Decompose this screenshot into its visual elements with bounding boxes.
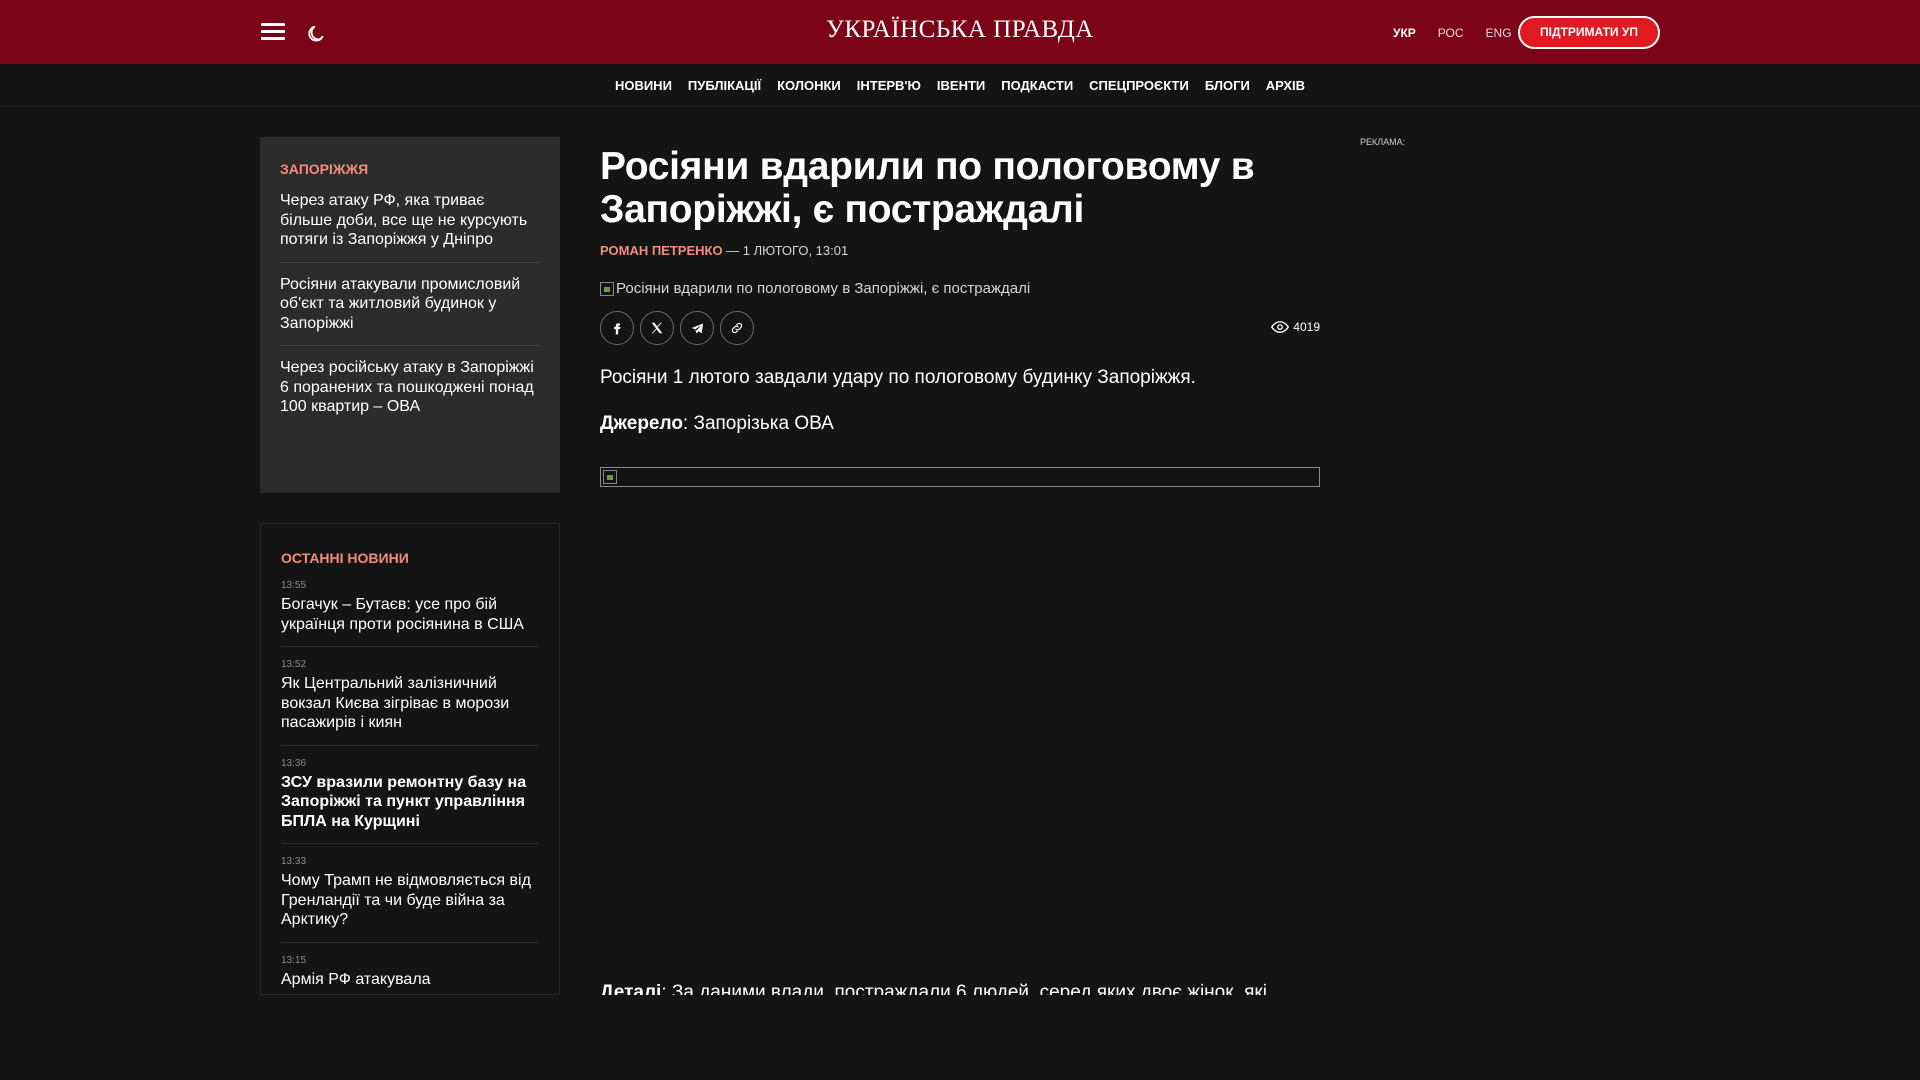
article-date: — 1 ЛЮТОГО, 13:01 [722,243,849,258]
source-label: Джерело [600,413,683,434]
nav-item-columns[interactable]: КОЛОНКИ [777,78,841,93]
region-news-item[interactable]: Через атаку РФ, яка триває більше доби, … [280,191,540,263]
latest-news-title: ОСТАННІ НОВИНИ [281,550,409,566]
copy-link-button[interactable] [720,311,754,345]
news-title[interactable]: ЗСУ вразили ремонтну базу на Запоріжжі т… [281,773,539,832]
latest-news-item[interactable]: 13:33 Чому Трамп не відмовляється від Гр… [281,856,539,943]
x-share-button[interactable] [640,311,674,345]
dark-mode-icon[interactable] [303,21,327,45]
nav-item-events[interactable]: ІВЕНТИ [937,78,985,93]
news-title[interactable]: Армія РФ атакувала [281,970,539,990]
news-title[interactable]: Богачук – Бутаєв: усе про бій українця п… [281,595,539,634]
nav-item-podcasts[interactable]: ПОДКАСТИ [1001,78,1073,93]
main-nav: НОВИНИ ПУБЛІКАЦІЇ КОЛОНКИ ІНТЕРВ'Ю ІВЕНТ… [0,64,1920,107]
views-count: 4019 [1293,320,1320,334]
page-bottom [0,995,1920,1080]
news-time: 13:15 [281,954,307,966]
nav-item-archive[interactable]: АРХІВ [1266,78,1305,93]
telegram-icon [691,323,703,333]
views-counter: 4019 [1271,320,1320,334]
share-row: 4019 [600,311,1320,345]
latest-news-item[interactable]: 13:52 Як Центральний залізничний вокзал … [281,659,539,746]
language-eng[interactable]: ENG [1486,26,1512,40]
menu-icon[interactable] [261,23,285,41]
top-bar: УКРАЇНСЬКА ПРАВДА УКР РОС ENG ПІДТРИМАТИ… [0,0,1920,64]
language-ros[interactable]: РОС [1438,26,1464,40]
image-alt-text: Росіяни вдарили по пологовому в Запоріжж… [616,280,1031,297]
facebook-share-button[interactable] [600,311,634,345]
language-switcher: УКР РОС ENG [1393,26,1534,40]
article-main-image [600,467,1320,487]
news-time: 13:36 [281,757,307,769]
support-button[interactable]: ПІДТРИМАТИ УП [1518,16,1660,49]
region-news-box: ЗАПОРІЖЖЯ Через атаку РФ, яка триває біл… [260,137,560,493]
latest-news-box: ОСТАННІ НОВИНИ 13:55 Богачук – Бутаєв: у… [260,523,560,995]
broken-image-icon [603,470,617,484]
nav-item-interview[interactable]: ІНТЕРВ'Ю [857,78,921,93]
author-link[interactable]: РОМАН ПЕТРЕНКО [600,243,723,258]
language-ukr[interactable]: УКР [1393,26,1416,40]
article-byline: РОМАН ПЕТРЕНКО — 1 ЛЮТОГО, 13:01 [600,243,1320,258]
nav-item-special-projects[interactable]: СПЕЦПРОЄКТИ [1089,78,1189,93]
link-icon [731,322,743,334]
latest-news-item[interactable]: 13:15 Армія РФ атакувала [281,954,539,995]
nav-item-publications[interactable]: ПУБЛІКАЦІЇ [688,78,761,93]
news-title[interactable]: Як Центральний залізничний вокзал Києва … [281,674,539,733]
broken-image-icon [600,281,614,296]
latest-news-item[interactable]: 13:36 ЗСУ вразили ремонтну базу на Запор… [281,757,539,844]
latest-news-item[interactable]: 13:55 Богачук – Бутаєв: усе про бій укра… [281,580,539,647]
region-news-item[interactable]: Росіяни атакували промисловий об'єкт та … [280,275,540,346]
region-title[interactable]: ЗАПОРІЖЖЯ [280,161,540,177]
nav-item-blogs[interactable]: БЛОГИ [1205,78,1250,93]
region-news-item[interactable]: Через російську атаку в Запоріжжі 6 пора… [280,358,540,429]
details-label: Деталі [600,982,662,995]
news-time: 13:55 [281,580,307,591]
article-details: Деталі: За даними влади, постраждали 6 л… [600,980,1320,995]
site-logo[interactable]: УКРАЇНСЬКА ПРАВДА [760,16,1160,44]
facebook-icon [614,323,621,335]
article-source: Джерело: Запорізька ОВА [600,413,1320,435]
ad-label: РЕКЛАМА: [1360,137,1406,147]
news-time: 13:52 [281,659,307,670]
source-text: : Запорізька ОВА [682,413,834,434]
eye-icon [1271,321,1290,333]
telegram-share-button[interactable] [680,311,714,345]
nav-item-news[interactable]: НОВИНИ [615,78,672,93]
article-headline: Росіяни вдарили по пологовому в Запоріжж… [600,145,1255,231]
article-image-alt: Росіяни вдарили по пологовому в Запоріжж… [600,280,1320,297]
news-title[interactable]: Чому Трамп не відмовляється від Гренланд… [281,871,539,930]
article-lead: Росіяни 1 лютого завдали удару по полого… [600,367,1196,388]
x-icon [651,322,663,334]
news-time: 13:33 [281,856,307,867]
details-text: : За даними влади, постраждали 6 людей, … [661,982,1267,995]
article: Росіяни вдарили по пологовому в Запоріжж… [600,145,1320,487]
